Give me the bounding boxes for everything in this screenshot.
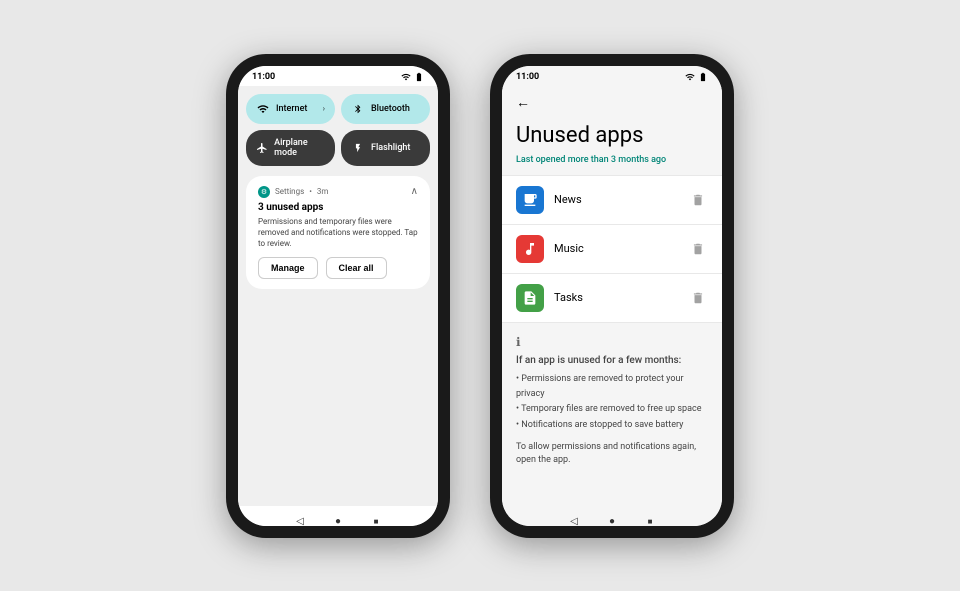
- phone-1-screen: 11:00 Internet ›: [238, 66, 438, 526]
- tasks-icon: [522, 290, 538, 306]
- ua-info-bullets: • Permissions are removed to protect you…: [516, 372, 708, 433]
- tasks-app-icon: [516, 284, 544, 312]
- ua-page-title: Unused apps: [502, 115, 722, 155]
- manage-button[interactable]: Manage: [258, 257, 318, 279]
- ua-toolbar: ←: [502, 86, 722, 115]
- recents-nav-icon: ■: [374, 517, 379, 526]
- delete-icon-3: [691, 291, 705, 305]
- qs-tile-internet[interactable]: Internet ›: [246, 94, 335, 124]
- music-icon: [522, 241, 538, 257]
- ua-subtitle: Last opened more than 3 months ago: [502, 155, 722, 175]
- time-2: 11:00: [516, 72, 539, 82]
- delete-icon: [691, 193, 705, 207]
- music-app-name: Music: [554, 242, 678, 255]
- app-item-music[interactable]: Music: [502, 225, 722, 274]
- app-item-news[interactable]: News: [502, 175, 722, 225]
- notif-app-info: ⚙ Settings • 3m: [258, 186, 328, 198]
- notif-title: 3 unused apps: [258, 202, 418, 213]
- notif-separator: •: [309, 187, 312, 196]
- qs-tile-flashlight[interactable]: Flashlight: [341, 130, 430, 166]
- home-nav-icon: ●: [335, 516, 341, 526]
- battery-status-icon-2: [698, 72, 708, 82]
- back-button[interactable]: ←: [516, 94, 708, 111]
- wifi-status-icon: [401, 72, 411, 82]
- status-icons-2: [685, 72, 708, 82]
- news-app-name: News: [554, 193, 678, 206]
- recents-nav-button-2[interactable]: ■: [643, 515, 657, 526]
- bluetooth-icon: [351, 102, 365, 116]
- qs-flashlight-label: Flashlight: [371, 143, 410, 153]
- qs-airplane-label: Airplane mode: [274, 138, 325, 158]
- delete-music-button[interactable]: [688, 239, 708, 259]
- recents-nav-button[interactable]: ■: [369, 515, 383, 526]
- airplane-icon: [256, 141, 268, 155]
- ua-info-title: If an app is unused for a few months:: [516, 355, 708, 366]
- notif-header: ⚙ Settings • 3m ∧: [258, 186, 418, 198]
- qs-bluetooth-label: Bluetooth: [371, 104, 410, 114]
- app-list: News Music: [502, 175, 722, 323]
- phone-2-screen: 11:00 ← Unused apps Last opened more tha…: [502, 66, 722, 526]
- status-icons-1: [401, 72, 424, 82]
- back-nav-icon: ◁: [296, 516, 304, 526]
- back-nav-button-2[interactable]: ◁: [567, 515, 581, 526]
- notif-time: 3m: [317, 187, 329, 196]
- qs-internet-label: Internet: [276, 104, 307, 114]
- home-nav-icon-2: ●: [609, 516, 615, 526]
- notification-card[interactable]: ⚙ Settings • 3m ∧ 3 unused apps Permissi…: [246, 176, 430, 290]
- qs-tile-bluetooth[interactable]: Bluetooth: [341, 94, 430, 124]
- music-app-icon: [516, 235, 544, 263]
- notif-app-name: Settings: [275, 187, 304, 196]
- home-nav-button-2[interactable]: ●: [605, 515, 619, 526]
- nav-bar-1: ◁ ● ■: [238, 506, 438, 526]
- time-1: 11:00: [252, 72, 275, 82]
- ua-info-section: ℹ If an app is unused for a few months: …: [502, 323, 722, 478]
- app-item-tasks[interactable]: Tasks: [502, 274, 722, 323]
- back-nav-icon-2: ◁: [570, 516, 578, 526]
- home-nav-button[interactable]: ●: [331, 515, 345, 526]
- ua-info-footer: To allow permissions and notifications a…: [516, 441, 708, 466]
- unused-apps-content: ← Unused apps Last opened more than 3 mo…: [502, 86, 722, 506]
- wifi-icon: [256, 102, 270, 116]
- notif-body: Permissions and temporary files were rem…: [258, 216, 418, 250]
- info-icon: ℹ: [516, 335, 708, 349]
- delete-news-button[interactable]: [688, 190, 708, 210]
- phone-2: 11:00 ← Unused apps Last opened more tha…: [490, 54, 734, 538]
- notif-actions: Manage Clear all: [258, 257, 418, 279]
- recents-nav-icon-2: ■: [648, 517, 653, 526]
- settings-app-icon: ⚙: [258, 186, 270, 198]
- news-app-icon: [516, 186, 544, 214]
- status-bar-1: 11:00: [238, 66, 438, 86]
- delete-tasks-button[interactable]: [688, 288, 708, 308]
- wifi-status-icon-2: [685, 72, 695, 82]
- qs-tile-airplane[interactable]: Airplane mode: [246, 130, 335, 166]
- tasks-app-name: Tasks: [554, 291, 678, 304]
- expand-icon[interactable]: ∧: [411, 186, 418, 197]
- flashlight-icon: [351, 141, 365, 155]
- back-nav-button[interactable]: ◁: [293, 515, 307, 526]
- status-bar-2: 11:00: [502, 66, 722, 86]
- quick-settings-panel: Internet › Bluetooth Airplane mode: [238, 86, 438, 506]
- nav-bar-2: ◁ ● ■: [502, 506, 722, 526]
- battery-status-icon: [414, 72, 424, 82]
- clear-all-button[interactable]: Clear all: [326, 257, 387, 279]
- qs-tiles-grid: Internet › Bluetooth Airplane mode: [246, 94, 430, 166]
- chevron-right-icon: ›: [323, 104, 325, 113]
- delete-icon-2: [691, 242, 705, 256]
- phone-1: 11:00 Internet ›: [226, 54, 450, 538]
- news-icon: [522, 192, 538, 208]
